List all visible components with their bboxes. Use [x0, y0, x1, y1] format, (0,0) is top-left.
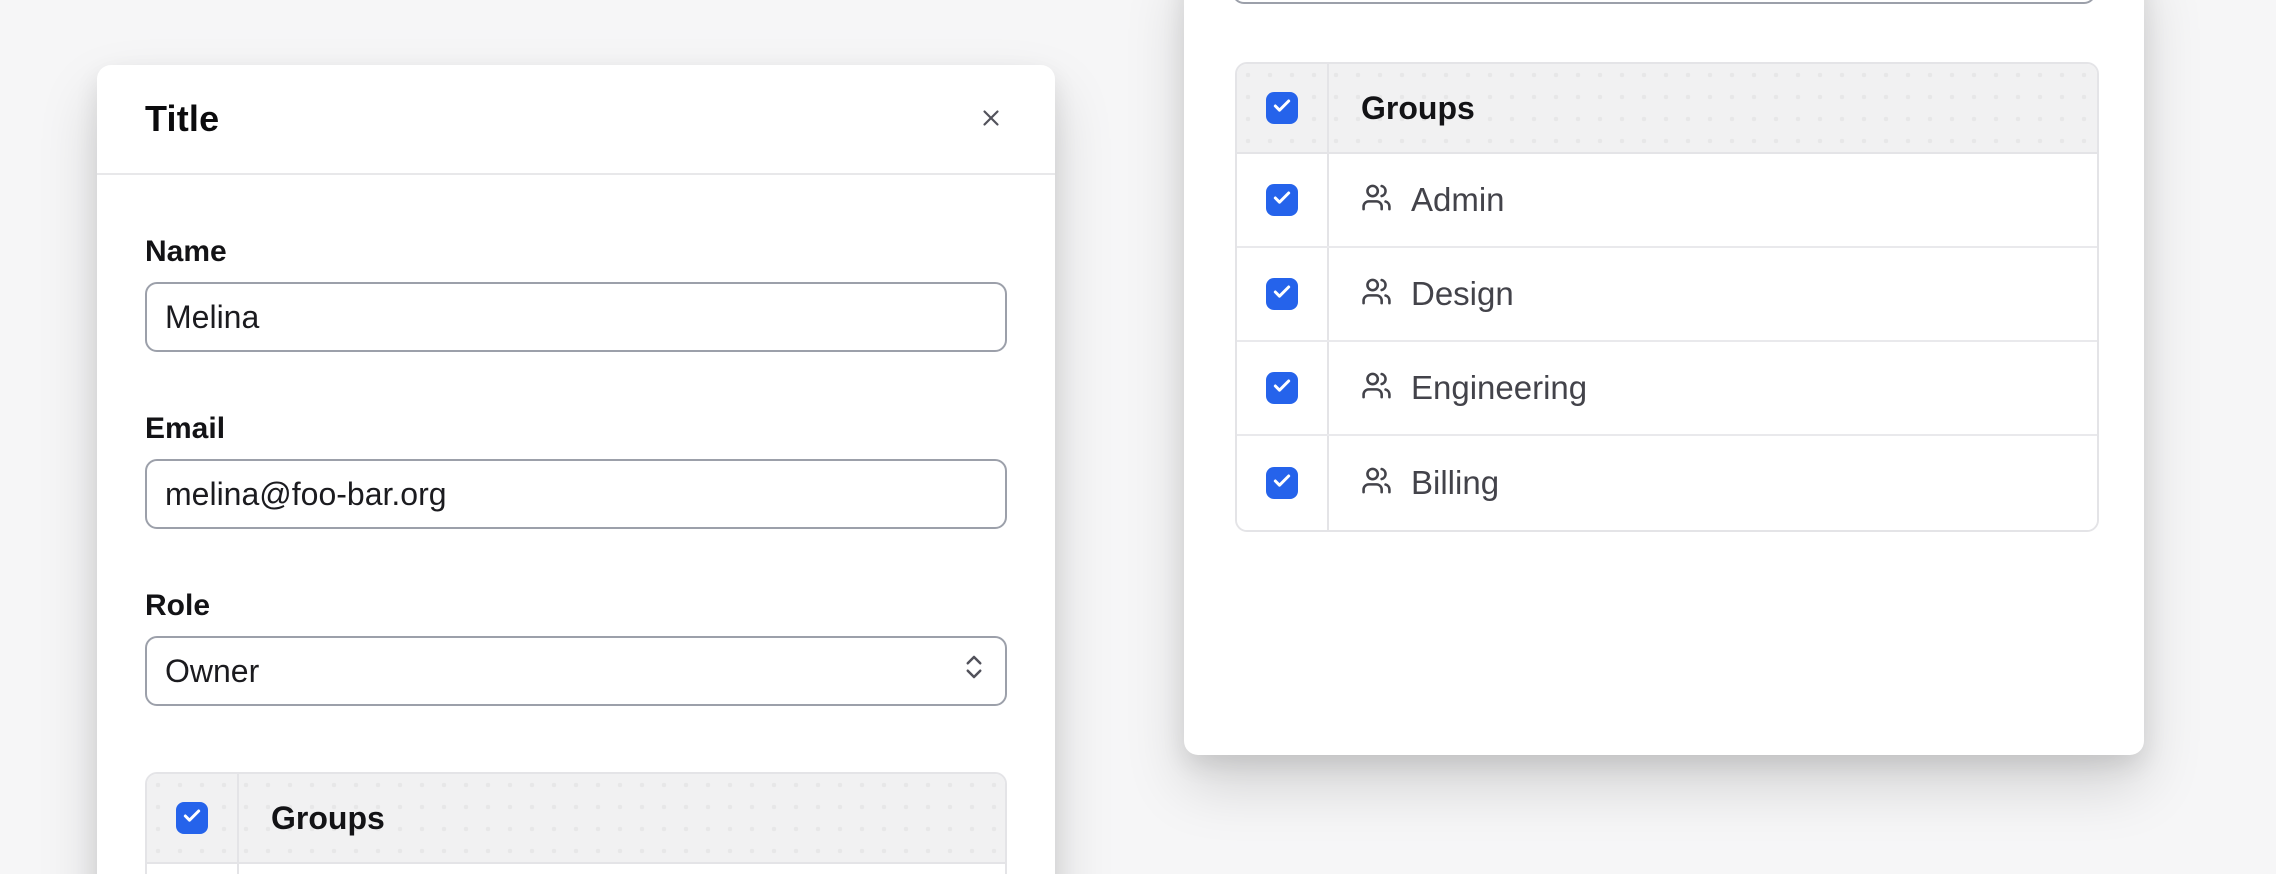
- email-field-group: Email: [145, 412, 1007, 529]
- table-row-admin: Admin: [1237, 154, 2097, 248]
- close-button[interactable]: [967, 95, 1015, 143]
- group-row-label: Design: [1411, 275, 1514, 313]
- row-checkbox[interactable]: [1266, 278, 1298, 310]
- groups-table: Groups Admin: [145, 772, 1007, 874]
- name-label: Name: [145, 235, 1007, 269]
- check-icon: [182, 806, 202, 831]
- role-select-value: Owner: [165, 653, 259, 690]
- role-select[interactable]: Owner: [145, 636, 1007, 706]
- group-row-label: Admin: [1411, 181, 1505, 219]
- groups-table: Groups Admin: [1235, 62, 2099, 532]
- header-checkbox-cell: [147, 774, 239, 862]
- groups-table-header-row: Groups: [1237, 64, 2097, 154]
- dialog-header: Title: [97, 65, 1055, 175]
- users-icon: [1361, 465, 1392, 501]
- groups-column-header: Groups: [1329, 64, 2097, 152]
- header-checkbox-cell: [1237, 64, 1329, 152]
- check-icon: [1272, 188, 1292, 213]
- groups-column-header: Groups: [239, 774, 1005, 862]
- group-row-label: Billing: [1411, 464, 1499, 502]
- check-icon: [1272, 376, 1292, 401]
- select-all-checkbox[interactable]: [1266, 92, 1298, 124]
- users-icon: [1361, 182, 1392, 218]
- row-checkbox[interactable]: [1266, 372, 1298, 404]
- dialog-lower-view: Groups Admin: [1184, 0, 2144, 755]
- email-label: Email: [145, 412, 1007, 446]
- name-input[interactable]: [145, 282, 1007, 352]
- row-checkbox[interactable]: [1266, 467, 1298, 499]
- select-all-checkbox[interactable]: [176, 802, 208, 834]
- table-row-engineering: Engineering: [1237, 342, 2097, 436]
- email-input[interactable]: [145, 459, 1007, 529]
- check-icon: [1272, 282, 1292, 307]
- name-field-group: Name: [145, 235, 1007, 352]
- users-icon: [1361, 276, 1392, 312]
- table-row-billing: Billing: [1237, 436, 2097, 530]
- role-label: Role: [145, 589, 1007, 623]
- role-field-group: Role Owner: [145, 589, 1007, 706]
- role-select-bottom-edge: [1232, 0, 2096, 4]
- table-row-design: Design: [1237, 248, 2097, 342]
- table-row: Admin: [147, 864, 1005, 874]
- check-icon: [1272, 96, 1292, 121]
- dialog-title: Title: [145, 98, 219, 140]
- groups-table-header-row: Groups: [147, 774, 1005, 864]
- users-icon: [1361, 370, 1392, 406]
- group-row-label: Engineering: [1411, 369, 1587, 407]
- chevrons-up-down-icon: [959, 652, 989, 690]
- check-icon: [1272, 471, 1292, 496]
- row-checkbox[interactable]: [1266, 184, 1298, 216]
- edit-user-dialog: Title Name Email Role Owner: [97, 65, 1055, 874]
- dialog-body: Name Email Role Owner: [97, 235, 1055, 874]
- x-icon: [978, 105, 1004, 134]
